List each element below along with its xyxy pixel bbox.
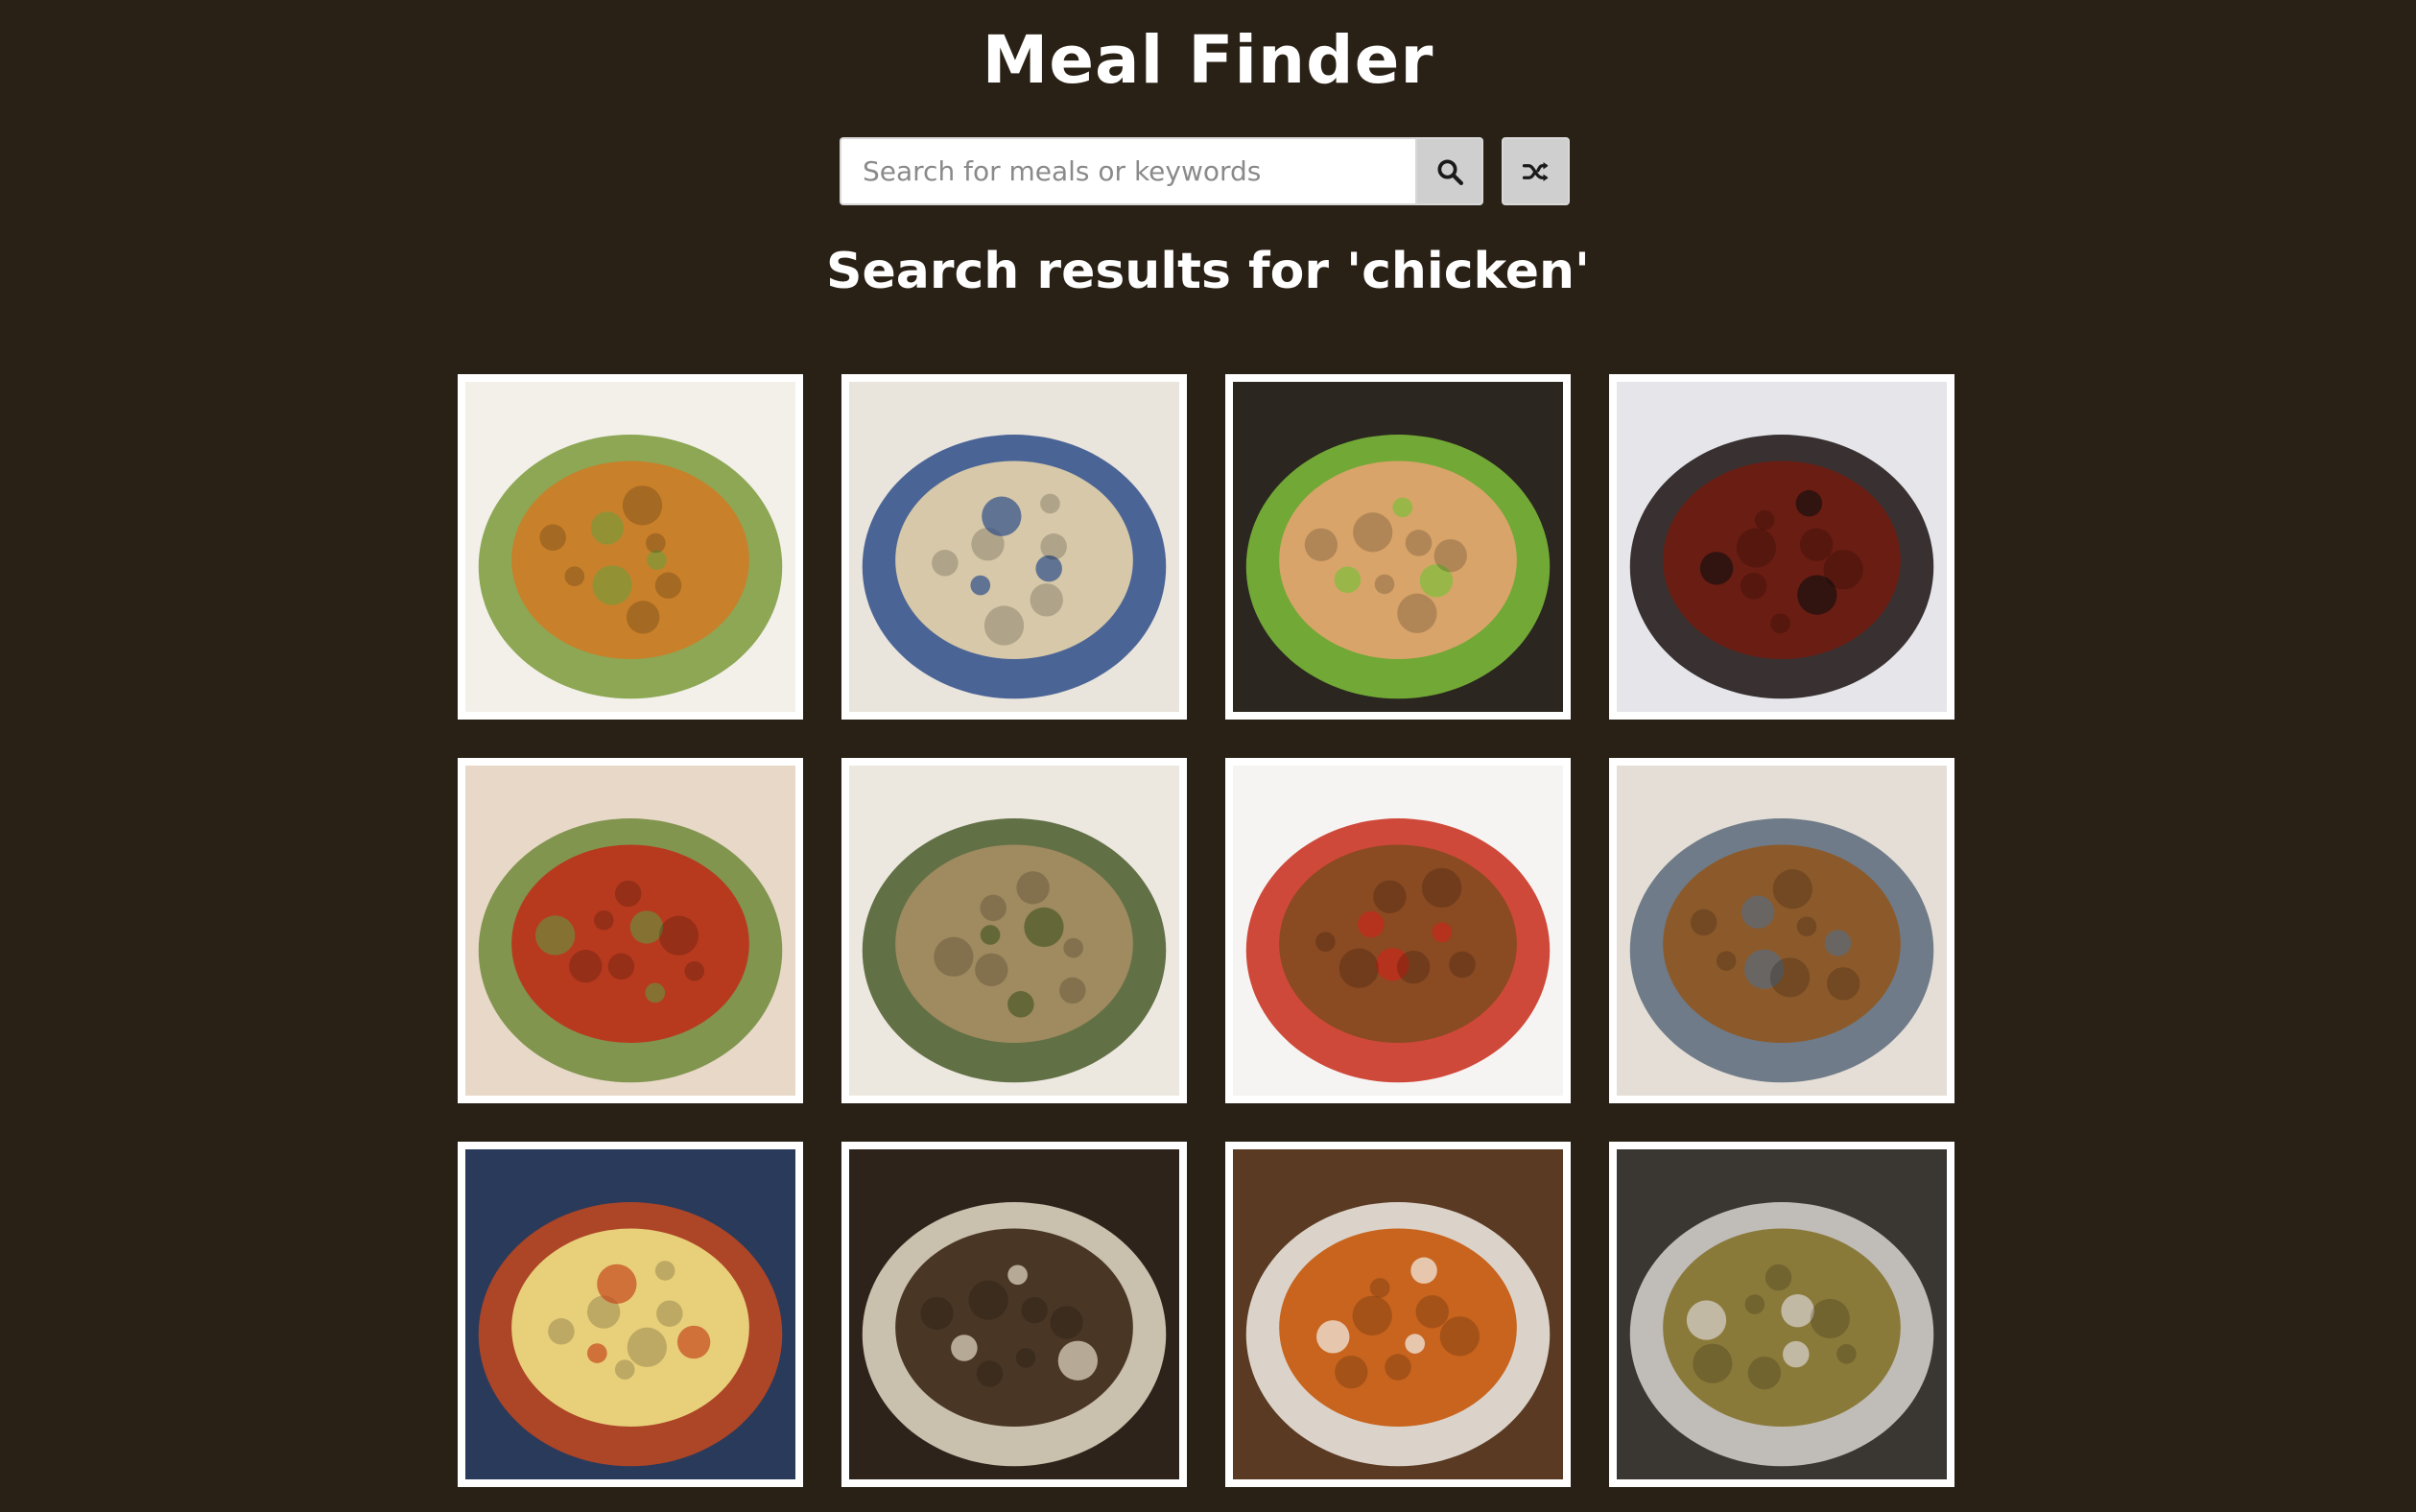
results-heading: Search results for 'chicken' (826, 243, 1590, 300)
meal-image (1233, 382, 1563, 712)
meal-image (849, 382, 1179, 712)
meal-card[interactable] (458, 1142, 803, 1487)
meal-image (849, 766, 1179, 1096)
meal-image (465, 766, 795, 1096)
search-form (840, 137, 1570, 205)
search-button[interactable] (1415, 137, 1483, 205)
app-title: Meal Finder (982, 22, 1434, 99)
meal-image (1233, 1149, 1563, 1479)
meal-card[interactable] (841, 758, 1187, 1103)
meals-grid (458, 374, 1954, 1487)
search-input[interactable] (840, 137, 1415, 205)
meal-card[interactable] (458, 758, 803, 1103)
meal-image (849, 1149, 1179, 1479)
meal-image (1617, 1149, 1947, 1479)
meal-card[interactable] (458, 374, 803, 720)
search-icon (1437, 159, 1463, 185)
meal-image (1233, 766, 1563, 1096)
meal-card[interactable] (841, 1142, 1187, 1487)
meal-card[interactable] (1225, 1142, 1571, 1487)
meal-image (1617, 382, 1947, 712)
meal-card[interactable] (1609, 1142, 1954, 1487)
meal-card[interactable] (841, 374, 1187, 720)
meal-card[interactable] (1225, 758, 1571, 1103)
random-meal-button[interactable] (1502, 137, 1570, 205)
meal-image (465, 1149, 795, 1479)
meal-image (465, 382, 795, 712)
shuffle-icon (1522, 161, 1548, 181)
meal-card[interactable] (1609, 374, 1954, 720)
meal-image (1617, 766, 1947, 1096)
meal-card[interactable] (1609, 758, 1954, 1103)
meal-card[interactable] (1225, 374, 1571, 720)
